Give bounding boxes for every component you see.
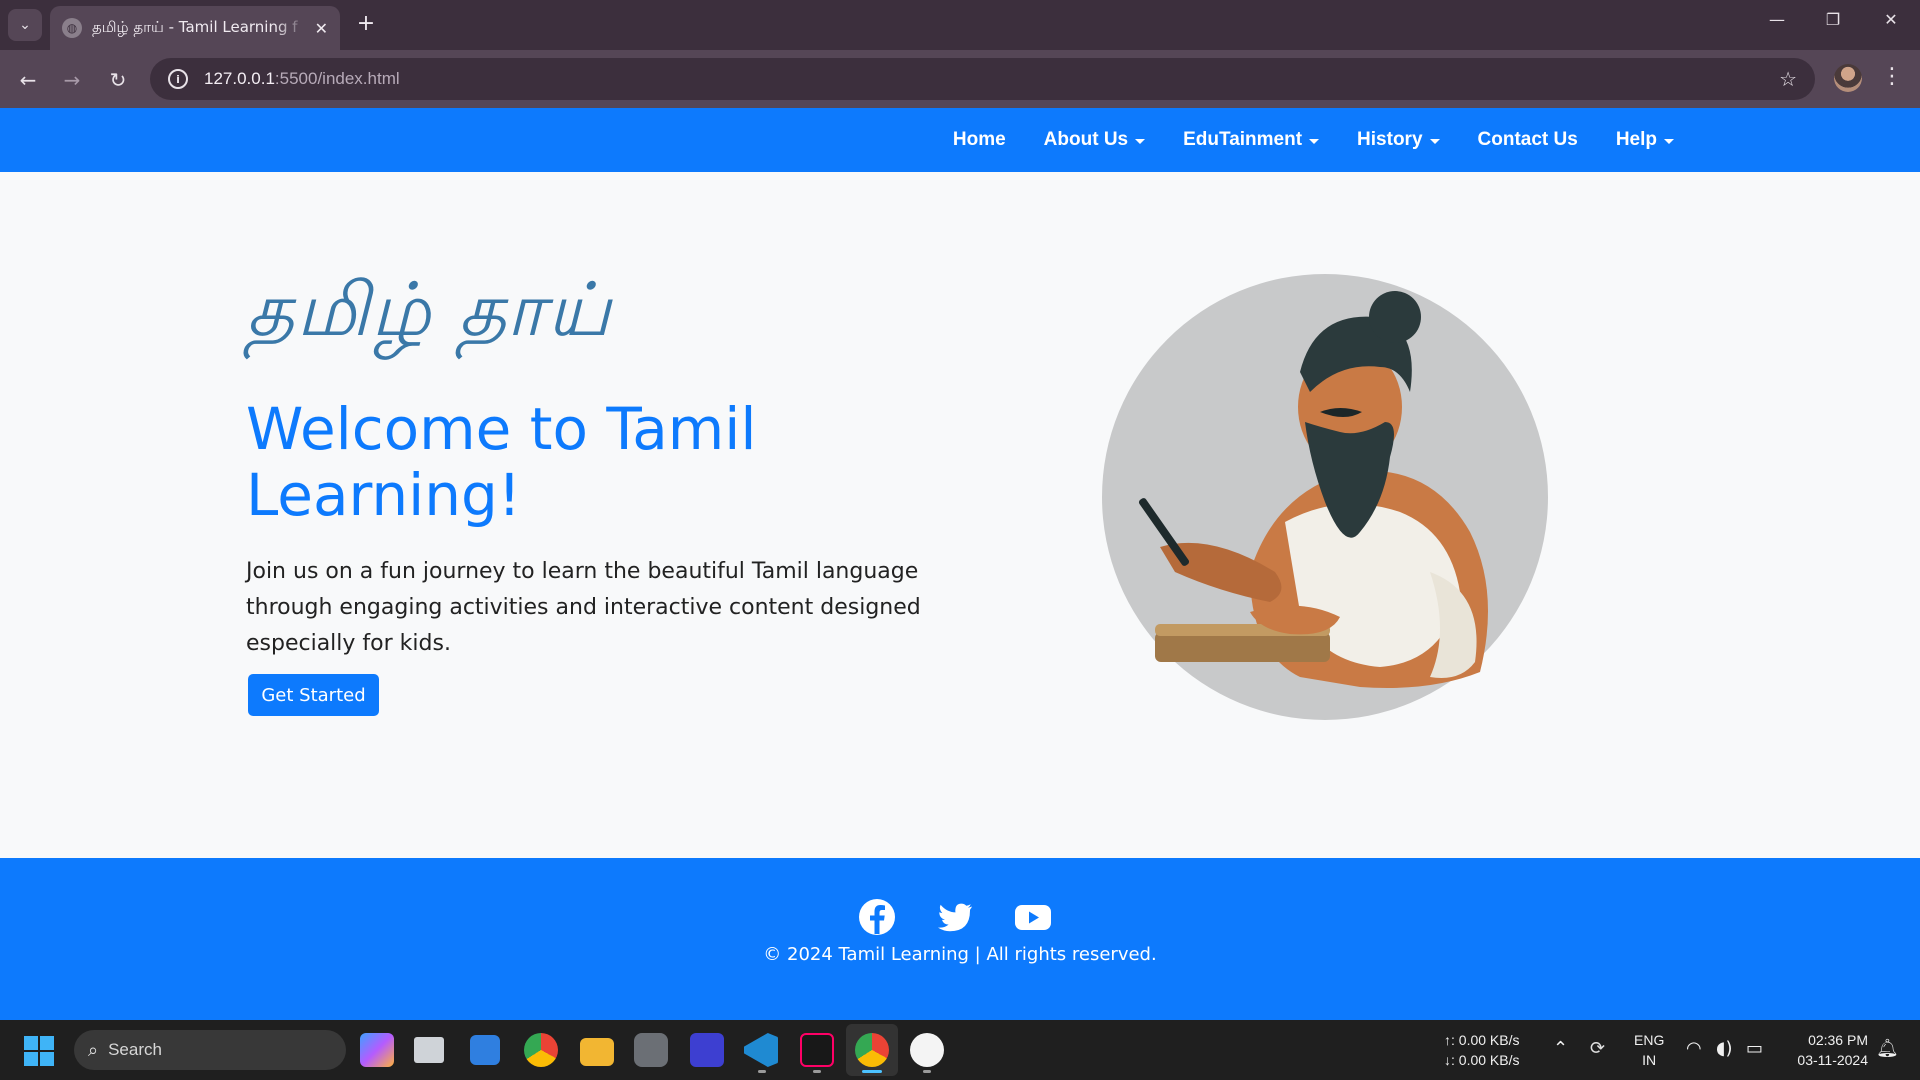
lang-code: ENG: [1634, 1032, 1665, 1048]
minimize-icon[interactable]: —: [1762, 10, 1792, 29]
windows-taskbar: ⌕ Search ↑: 0.00 KB/s ↓: 0.00 KB/s ⌃ ⟳ E…: [0, 1020, 1920, 1080]
network-speed-monitor: ↑: 0.00 KB/s ↓: 0.00 KB/s: [1444, 1030, 1519, 1070]
reload-icon[interactable]: ↻: [104, 66, 132, 94]
hero-description: Join us on a fun journey to learn the be…: [246, 559, 921, 656]
taskbar-search[interactable]: ⌕ Search: [74, 1030, 346, 1070]
visual-studio-icon[interactable]: [690, 1033, 724, 1067]
twitter-icon[interactable]: [936, 898, 974, 936]
sync-icon[interactable]: ⟳: [1590, 1038, 1605, 1059]
nav-help[interactable]: Help: [1616, 129, 1674, 151]
chrome-icon[interactable]: [524, 1033, 558, 1067]
browser-tab-bar: ⌄ ◍ தமிழ் தாய் - Tamil Learning f ✕ + — …: [0, 0, 1920, 50]
intellij-icon[interactable]: [800, 1033, 834, 1067]
site-navbar: Home About Us EduTainment History Contac…: [0, 108, 1920, 172]
vscode-icon[interactable]: [744, 1033, 778, 1067]
running-indicator: [813, 1070, 821, 1073]
running-indicator: [758, 1070, 766, 1073]
url-path: :5500/index.html: [274, 69, 400, 88]
nav-about-us[interactable]: About Us: [1044, 129, 1146, 151]
forward-arrow-icon[interactable]: →: [58, 66, 86, 94]
nav-menu: Home About Us EduTainment History Contac…: [953, 108, 1674, 172]
nav-home[interactable]: Home: [953, 129, 1006, 151]
chrome-profile-icon[interactable]: [855, 1033, 889, 1067]
search-icon: ⌕: [88, 1039, 99, 1061]
address-bar[interactable]: i 127.0.0.1:5500/index.html ☆: [150, 58, 1815, 100]
browser-menu-icon[interactable]: ⋮: [1880, 64, 1904, 89]
battery-icon[interactable]: ▭: [1746, 1038, 1763, 1059]
caret-down-icon: [1429, 138, 1440, 144]
running-indicator: [923, 1070, 931, 1073]
file-explorer-icon[interactable]: [580, 1038, 614, 1066]
download-speed: ↓: 0.00 KB/s: [1444, 1052, 1520, 1068]
nav-history[interactable]: History: [1357, 129, 1440, 151]
close-window-icon[interactable]: ✕: [1876, 10, 1906, 29]
upload-speed: ↑: 0.00 KB/s: [1444, 1032, 1520, 1048]
browser-toolbar: ← → ↻ i 127.0.0.1:5500/index.html ☆ ⋮: [0, 50, 1920, 108]
profile-avatar[interactable]: [1834, 64, 1862, 92]
browser-tab[interactable]: ◍ தமிழ் தாய் - Tamil Learning f ✕: [50, 6, 340, 50]
input-language[interactable]: ENG IN: [1634, 1030, 1664, 1070]
site-info-icon[interactable]: i: [168, 69, 188, 89]
search-label: Search: [108, 1040, 162, 1059]
unity-icon[interactable]: [634, 1033, 668, 1067]
caret-down-icon: [1664, 138, 1674, 144]
site-footer: © 2024 Tamil Learning | All rights reser…: [0, 858, 1920, 1020]
tab-title: தமிழ் தாய் - Tamil Learning f: [92, 18, 298, 36]
windows-start-icon[interactable]: [24, 1036, 54, 1066]
lang-region: IN: [1642, 1052, 1657, 1068]
clock-date: 03-11-2024: [1797, 1052, 1868, 1068]
back-arrow-icon[interactable]: ←: [14, 66, 42, 94]
notification-bell-icon[interactable]: 🔔︎: [1876, 1038, 1899, 1059]
volume-icon[interactable]: ◖): [1716, 1038, 1733, 1059]
facebook-icon[interactable]: [858, 898, 896, 936]
close-tab-icon[interactable]: ✕: [315, 19, 328, 38]
caret-down-icon: [1135, 138, 1146, 144]
globe-icon: ◍: [62, 18, 82, 38]
hero-section: தமிழ் தாய் Welcome to Tamil Learning! Jo…: [0, 172, 1920, 858]
url-host: 127.0.0.1: [204, 69, 275, 88]
youtube-icon[interactable]: [1014, 898, 1052, 936]
hero-title: Welcome to Tamil Learning!: [246, 395, 757, 529]
system-clock[interactable]: 02:36 PM 03-11-2024: [1780, 1030, 1868, 1070]
caret-down-icon: [1309, 138, 1320, 144]
thiruvalluvar-illustration: [1102, 274, 1548, 720]
task-view-icon[interactable]: [414, 1037, 444, 1063]
mongodb-compass-icon[interactable]: [910, 1033, 944, 1067]
get-started-button[interactable]: Get Started: [248, 674, 379, 716]
show-hidden-icons-chevron-icon[interactable]: ⌃: [1553, 1038, 1568, 1059]
bookmark-star-icon[interactable]: ☆: [1779, 67, 1797, 91]
wifi-icon[interactable]: ◠: [1686, 1038, 1702, 1059]
tamil-script-title: தமிழ் தாய்: [246, 267, 613, 353]
clock-time: 02:36 PM: [1808, 1032, 1868, 1048]
tab-search-button[interactable]: ⌄: [8, 9, 42, 41]
nav-edutainment[interactable]: EduTainment: [1183, 129, 1320, 151]
copyright-text: © 2024 Tamil Learning | All rights reser…: [763, 944, 1157, 965]
copilot-icon[interactable]: [360, 1033, 394, 1067]
new-tab-button[interactable]: +: [352, 10, 380, 38]
active-indicator: [862, 1070, 882, 1073]
widgets-icon[interactable]: [470, 1035, 500, 1065]
restore-icon[interactable]: ❐: [1818, 10, 1848, 29]
nav-contact-us[interactable]: Contact Us: [1478, 129, 1578, 151]
